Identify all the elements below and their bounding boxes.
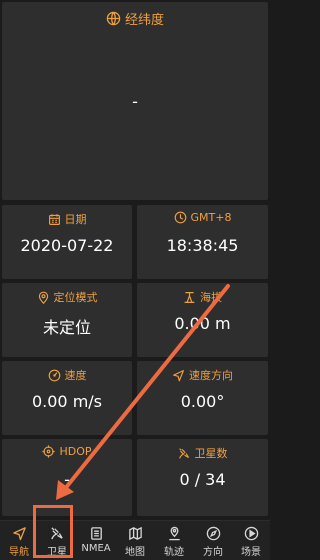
- nav-label-track: 轨迹: [164, 547, 184, 558]
- nav-label-scene: 场景: [241, 547, 261, 558]
- calendar-icon: [48, 213, 60, 225]
- speed-card: 速度 0.00 m/s: [2, 361, 132, 435]
- document-icon: [90, 527, 102, 540]
- latlon-title: 经纬度: [124, 13, 164, 28]
- nav-item-compass[interactable]: 方向: [194, 521, 232, 560]
- nav-item-nmea[interactable]: NMEA: [77, 521, 115, 560]
- hdop-card: HDOP -: [2, 439, 132, 516]
- speed-label: 速度: [64, 369, 87, 382]
- date-value: 2020-07-22: [20, 236, 114, 255]
- altitude-value: 0.00 m: [174, 314, 231, 333]
- time-label: GMT+8: [190, 211, 232, 224]
- fix-mode-value: 未定位: [42, 318, 91, 337]
- date-label: 日期: [64, 213, 87, 226]
- latlon-card: 经纬度 -: [2, 2, 268, 200]
- satellite-icon: [178, 447, 189, 459]
- crosshair-icon: [42, 445, 56, 458]
- nav-label-compass: 方向: [203, 547, 223, 558]
- hdop-value: -: [64, 470, 70, 489]
- nav-label-map: 地图: [125, 547, 145, 558]
- time-value: 18:38:45: [166, 236, 239, 255]
- nav-label-satellite: 卫星: [47, 547, 67, 558]
- satellites-value: 0 / 34: [179, 470, 226, 489]
- fix-mode-label: 定位模式: [53, 291, 98, 304]
- nav-item-scene[interactable]: 场景: [232, 521, 270, 560]
- altitude-label: 海拔: [200, 291, 222, 304]
- satellites-card: 卫星数 0 / 34: [137, 439, 268, 516]
- navigation-icon: [12, 527, 26, 541]
- speed-value: 0.00 m/s: [31, 392, 103, 411]
- fix-mode-card: 定位模式 未定位: [2, 283, 132, 357]
- nav-label-navigation: 导航: [9, 547, 29, 558]
- track-icon: [168, 526, 180, 541]
- globe-icon: [106, 11, 121, 26]
- nav-item-track[interactable]: 轨迹: [155, 521, 193, 560]
- satellite-icon: [50, 527, 63, 540]
- latlon-value: -: [132, 92, 138, 111]
- map-icon: [128, 526, 142, 541]
- nav-item-satellite[interactable]: 卫星: [38, 521, 76, 560]
- location-pin-icon: [38, 291, 48, 304]
- date-card: 日期 2020-07-22: [2, 205, 132, 279]
- compass-icon: [206, 526, 220, 541]
- time-card: GMT+8 18:38:45: [137, 205, 268, 279]
- heading-label: 速度方向: [189, 369, 233, 382]
- altitude-card: 海拔 0.00 m: [137, 283, 268, 357]
- clock-icon: [174, 211, 186, 224]
- speedometer-icon: [48, 369, 60, 381]
- navigation-arrow-icon: [173, 369, 184, 381]
- bottom-nav: 导航 卫星 NMEA 地图 轨迹 方向 场景: [0, 520, 270, 560]
- nav-label-nmea: NMEA: [81, 543, 111, 554]
- satellites-label: 卫星数: [194, 447, 228, 460]
- nav-item-navigation[interactable]: 导航: [0, 521, 38, 560]
- nav-item-map[interactable]: 地图: [116, 521, 154, 560]
- heading-card: 速度方向 0.00°: [137, 361, 268, 435]
- latlon-header: 经纬度: [2, 9, 268, 28]
- heading-value: 0.00°: [180, 392, 225, 411]
- altitude-icon: [184, 291, 195, 303]
- hdop-label: HDOP: [59, 445, 92, 458]
- play-icon: [244, 526, 258, 541]
